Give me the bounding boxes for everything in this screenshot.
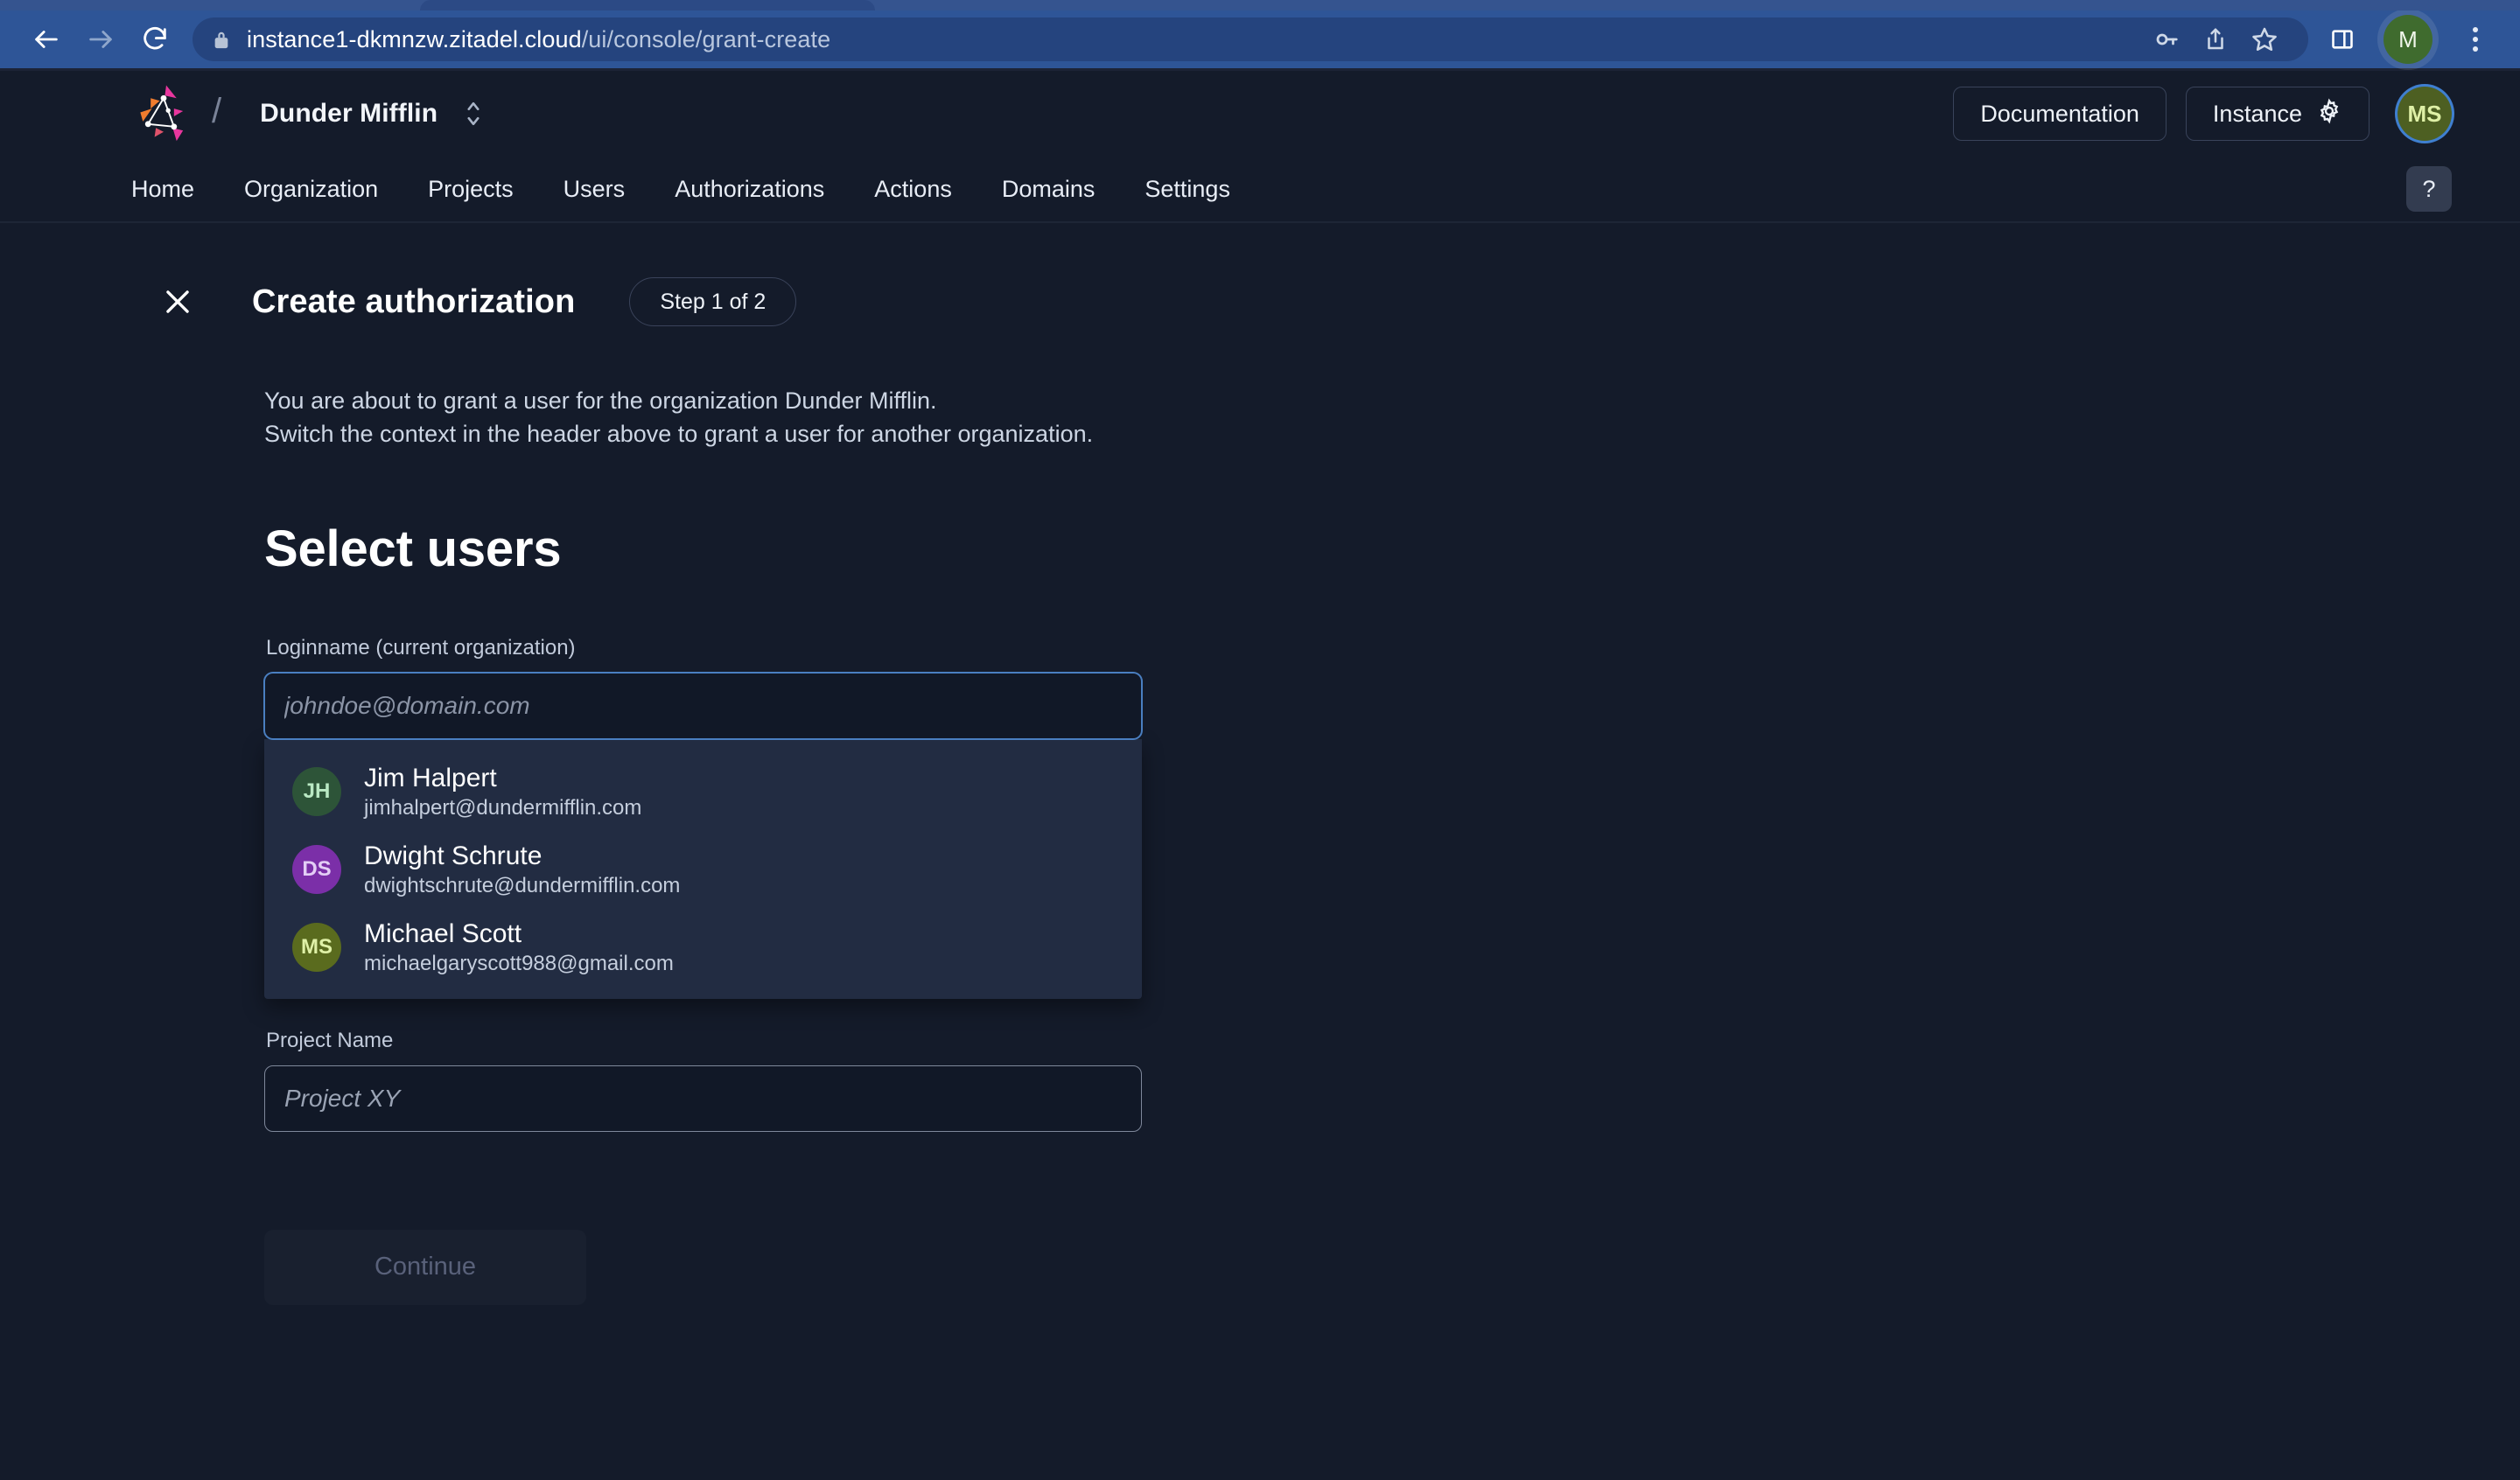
browser-tab[interactable]: [420, 0, 875, 10]
app-header: / Dunder Mifflin Documentation Instance …: [0, 71, 2520, 157]
browser-tab-strip[interactable]: [0, 0, 2520, 10]
user-email: michaelgaryscott988@gmail.com: [364, 952, 674, 976]
address-bar[interactable]: instance1-dkmnzw.zitadel.cloud/ui/consol…: [192, 17, 2308, 61]
address-bar-text: instance1-dkmnzw.zitadel.cloud/ui/consol…: [247, 26, 830, 53]
main-navigation: Home Organization Projects Users Authori…: [0, 157, 2520, 223]
key-icon[interactable]: [2142, 15, 2191, 64]
side-panel-icon[interactable]: [2317, 14, 2368, 65]
intro-line-2: Switch the context in the header above t…: [264, 417, 2452, 450]
nav-item-domains[interactable]: Domains: [1002, 176, 1096, 203]
page-body: Create authorization Step 1 of 2 You are…: [0, 223, 2520, 1480]
browser-chrome: instance1-dkmnzw.zitadel.cloud/ui/consol…: [0, 0, 2520, 71]
avatar: MS: [292, 923, 341, 972]
continue-button[interactable]: Continue: [264, 1230, 586, 1305]
step-badge: Step 1 of 2: [629, 277, 796, 326]
page-header: Create authorization Step 1 of 2: [0, 223, 2452, 326]
page-title: Create authorization: [252, 283, 575, 321]
nav-item-users[interactable]: Users: [564, 176, 626, 203]
project-name-label: Project Name: [266, 1029, 1142, 1053]
user-name: Jim Halpert: [364, 764, 641, 794]
zitadel-console: / Dunder Mifflin Documentation Instance …: [0, 71, 2520, 1480]
avatar: DS: [292, 845, 341, 894]
lock-icon: [212, 28, 231, 51]
forward-arrow-icon[interactable]: [74, 12, 128, 66]
user-email: jimhalpert@dundermifflin.com: [364, 796, 641, 820]
list-item[interactable]: JH Jim Halpert jimhalpert@dundermifflin.…: [264, 753, 1142, 831]
reload-icon[interactable]: [128, 12, 182, 66]
loginname-input[interactable]: [264, 673, 1142, 739]
help-button[interactable]: ?: [2406, 166, 2452, 212]
user-suggestion-dropdown: JH Jim Halpert jimhalpert@dundermifflin.…: [264, 739, 1142, 999]
app-header-actions: Documentation Instance MS: [1953, 87, 2452, 141]
project-name-input[interactable]: [264, 1065, 1142, 1132]
documentation-button[interactable]: Documentation: [1953, 87, 2166, 141]
list-item[interactable]: MS Michael Scott michaelgaryscott988@gma…: [264, 909, 1142, 987]
close-x-icon[interactable]: [154, 278, 201, 325]
loginname-label: Loginname (current organization): [266, 636, 1142, 660]
nav-item-actions[interactable]: Actions: [874, 176, 952, 203]
instance-label: Instance: [2213, 101, 2302, 128]
list-item[interactable]: DS Dwight Schrute dwightschrute@dundermi…: [264, 831, 1142, 909]
user-name: Michael Scott: [364, 919, 674, 950]
omnibox-actions: [2142, 15, 2289, 64]
url-path: /ui/console/grant-create: [582, 26, 831, 52]
organization-name: Dunder Mifflin: [260, 99, 438, 129]
zitadel-logo-icon[interactable]: [131, 81, 196, 146]
up-down-chevron-icon[interactable]: [464, 99, 483, 129]
toolbar-right-actions: M: [2317, 14, 2501, 65]
brand-separator: /: [212, 92, 221, 131]
grant-form: Loginname (current organization) JH Jim …: [264, 636, 1142, 1132]
user-email: dwightschrute@dundermifflin.com: [364, 874, 680, 898]
avatar: JH: [292, 767, 341, 816]
user-name: Dwight Schrute: [364, 841, 680, 872]
nav-item-projects[interactable]: Projects: [428, 176, 514, 203]
star-icon[interactable]: [2240, 15, 2289, 64]
browser-profile-avatar[interactable]: M: [2384, 15, 2432, 64]
documentation-label: Documentation: [1980, 101, 2139, 128]
nav-item-settings[interactable]: Settings: [1144, 176, 1230, 203]
intro-text: You are about to grant a user for the or…: [264, 384, 2452, 451]
gear-icon: [2316, 98, 2342, 130]
instance-button[interactable]: Instance: [2186, 87, 2370, 141]
brand-block: / Dunder Mifflin: [131, 81, 483, 146]
nav-item-organization[interactable]: Organization: [244, 176, 378, 203]
user-avatar[interactable]: MS: [2398, 87, 2452, 141]
kebab-menu-icon[interactable]: [2450, 14, 2501, 65]
share-icon[interactable]: [2191, 15, 2240, 64]
nav-item-home[interactable]: Home: [131, 176, 194, 203]
section-title: Select users: [264, 520, 2452, 578]
url-host: instance1-dkmnzw.zitadel.cloud: [247, 26, 582, 52]
intro-line-1: You are about to grant a user for the or…: [264, 384, 2452, 417]
back-arrow-icon[interactable]: [19, 12, 74, 66]
nav-item-authorizations[interactable]: Authorizations: [675, 176, 824, 203]
browser-toolbar: instance1-dkmnzw.zitadel.cloud/ui/consol…: [0, 10, 2520, 68]
